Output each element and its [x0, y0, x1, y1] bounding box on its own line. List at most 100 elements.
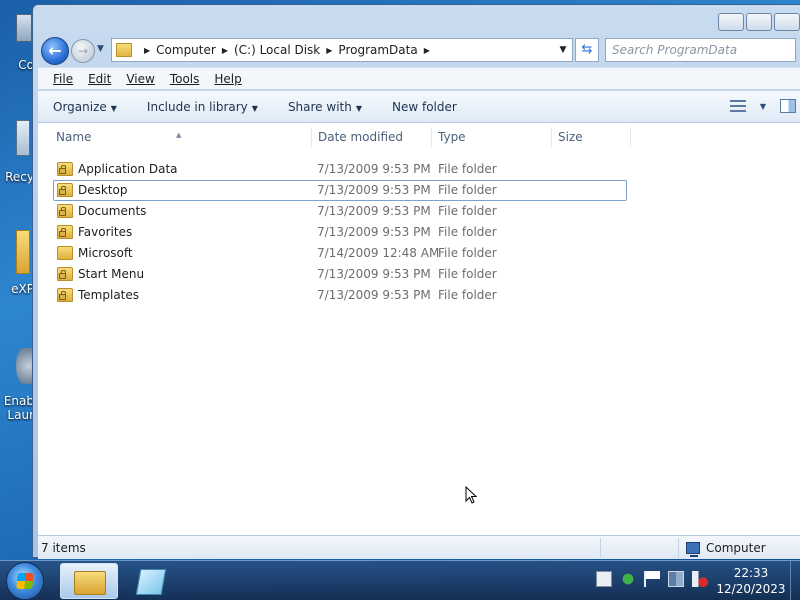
file-list: Name ▲ Date modified Type Size Applicati… — [38, 123, 800, 535]
column-header-name[interactable]: Name ▲ — [38, 127, 311, 147]
organize-button[interactable]: Organize ▼ — [53, 100, 117, 114]
status-location-label: Computer — [706, 541, 766, 555]
chevron-right-icon[interactable]: ▶ — [222, 46, 228, 55]
lock-icon — [59, 207, 66, 216]
column-header-size[interactable]: Size — [551, 127, 631, 147]
file-type: File folder — [438, 183, 497, 197]
column-header-name-label: Name — [56, 130, 92, 144]
menu-edit[interactable]: Edit — [88, 72, 111, 86]
system-tray — [596, 571, 708, 587]
include-in-library-button[interactable]: Include in library ▼ — [147, 100, 258, 114]
desktop-icon-label: Recy — [5, 170, 34, 184]
menu-edit-label: Edit — [88, 71, 112, 86]
view-controls: ▼ — [729, 99, 796, 113]
minimize-button[interactable] — [718, 13, 744, 31]
file-name: Templates — [78, 288, 140, 302]
menu-view[interactable]: View — [126, 72, 154, 86]
chevron-right-icon[interactable]: ▶ — [424, 46, 430, 55]
breadcrumb-local-disk[interactable]: (C:) Local Disk — [234, 43, 320, 57]
maximize-button[interactable] — [746, 13, 772, 31]
breadcrumb-computer[interactable]: Computer — [156, 43, 216, 57]
menu-bar: File Edit View Tools Help — [38, 67, 800, 89]
taskbar-explorer-button[interactable] — [60, 563, 118, 599]
locked-folder-icon — [57, 204, 73, 218]
notepad-icon — [135, 569, 167, 595]
clock-date: 12/20/2023 — [716, 582, 786, 596]
file-date: 7/13/2009 9:53 PM — [317, 183, 431, 197]
taskbar-notepad-button[interactable] — [122, 563, 180, 599]
include-in-library-label: Include in library — [146, 99, 248, 114]
file-name: Favorites — [78, 225, 133, 239]
navigation-bar: ← → ▼ ▶ Computer ▶ (C:) Local Disk ▶ Pro… — [39, 35, 796, 65]
menu-file-label: File — [53, 71, 74, 86]
menu-view-label: View — [126, 71, 155, 86]
menu-tools[interactable]: Tools — [170, 72, 200, 86]
file-date: 7/13/2009 9:53 PM — [317, 267, 431, 281]
window-controls — [718, 13, 800, 31]
menu-help-label: Help — [214, 71, 242, 86]
address-bar[interactable]: ▶ Computer ▶ (C:) Local Disk ▶ ProgramDa… — [111, 38, 573, 62]
close-button[interactable] — [774, 13, 800, 31]
menu-file[interactable]: File — [53, 72, 73, 86]
start-button[interactable] — [6, 562, 44, 600]
menu-tools-label: Tools — [169, 71, 200, 86]
file-type: File folder — [438, 267, 497, 281]
volume-muted-icon[interactable] — [692, 571, 708, 587]
desktop-icon-label: eXP — [11, 282, 34, 296]
show-desktop-button[interactable] — [790, 561, 800, 600]
back-button[interactable]: ← — [41, 37, 69, 65]
desktop-icon-label: Co — [18, 58, 34, 72]
lock-icon — [59, 228, 66, 237]
organize-label: Organize — [53, 99, 107, 114]
file-type: File folder — [438, 225, 497, 239]
action-center-flag-icon[interactable] — [644, 571, 660, 587]
computer-icon — [686, 542, 700, 557]
menu-help[interactable]: Help — [214, 72, 241, 86]
preview-pane-icon[interactable] — [780, 99, 796, 113]
column-header-date[interactable]: Date modified — [311, 127, 431, 147]
chevron-right-icon[interactable]: ▶ — [144, 46, 150, 55]
new-folder-button[interactable]: New folder — [392, 100, 457, 114]
refresh-button[interactable]: ⇆ — [575, 38, 599, 62]
change-view-icon[interactable] — [729, 100, 746, 112]
share-with-label: Share with — [287, 99, 352, 114]
breadcrumb-programdata[interactable]: ProgramData — [338, 43, 417, 57]
item-count: 7 items — [41, 541, 86, 555]
file-name: Start Menu — [78, 267, 145, 281]
share-with-button[interactable]: Share with ▼ — [288, 100, 362, 114]
clipboard-icon[interactable] — [596, 571, 612, 587]
security-shield-icon[interactable] — [620, 571, 636, 587]
folder-icon — [57, 246, 73, 260]
chevron-down-icon: ▼ — [251, 103, 258, 113]
view-options-dropdown-icon[interactable]: ▼ — [760, 102, 766, 111]
column-header-type[interactable]: Type — [431, 127, 551, 147]
table-row[interactable]: Application Data 7/13/2009 9:53 PM File … — [38, 159, 800, 180]
computer-icon — [16, 14, 32, 42]
table-row[interactable]: Microsoft 7/14/2009 12:48 AM File folder — [38, 243, 800, 264]
table-row[interactable]: Templates 7/13/2009 9:53 PM File folder — [38, 285, 800, 306]
forward-button[interactable]: → — [71, 39, 95, 63]
table-row[interactable]: Documents 7/13/2009 9:53 PM File folder — [38, 201, 800, 222]
table-row[interactable]: Favorites 7/13/2009 9:53 PM File folder — [38, 222, 800, 243]
file-date: 7/13/2009 9:53 PM — [317, 204, 431, 218]
desktop-icon-label: Enab — [3, 394, 34, 408]
clock[interactable]: 22:33 12/20/2023 — [714, 565, 788, 597]
mouse-cursor-icon — [465, 486, 477, 504]
explorer-folder-icon — [74, 571, 106, 595]
table-row-selected[interactable]: Desktop 7/13/2009 9:53 PM File folder — [38, 180, 800, 201]
recent-pages-button[interactable]: ▼ — [97, 44, 104, 54]
table-row[interactable]: Start Menu 7/13/2009 9:53 PM File folder — [38, 264, 800, 285]
address-dropdown-icon[interactable]: ▼ — [554, 45, 572, 55]
file-type: File folder — [438, 162, 497, 176]
search-input[interactable]: Search ProgramData — [605, 38, 796, 62]
desktop-icon-label-2: Laur — [7, 408, 34, 422]
status-bar: 7 items Computer — [38, 535, 800, 559]
chevron-right-icon[interactable]: ▶ — [326, 46, 332, 55]
explorer-window: ← → ▼ ▶ Computer ▶ (C:) Local Disk ▶ Pro… — [32, 4, 800, 559]
taskbar: 22:33 12/20/2023 — [0, 560, 800, 600]
locked-folder-icon — [57, 225, 73, 239]
network-icon[interactable] — [668, 571, 684, 587]
sort-up-icon: ▲ — [176, 131, 182, 139]
recycle-bin-icon — [16, 120, 30, 156]
status-divider — [600, 538, 601, 558]
